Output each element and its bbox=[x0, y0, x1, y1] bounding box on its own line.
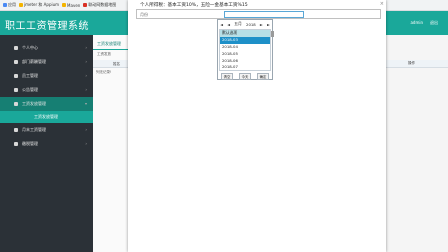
clear-button[interactable]: 清空 bbox=[220, 72, 234, 80]
picker-option[interactable]: 2018-05 bbox=[220, 51, 270, 58]
picker-option[interactable]: 默认选项 bbox=[220, 30, 270, 37]
picker-option[interactable]: 2018-03 bbox=[220, 36, 270, 44]
people-icon bbox=[14, 74, 18, 78]
month-picker: ◄ ◄ 五月 2018 ► ► 默认选项 2018-03 2018-04 201… bbox=[217, 19, 273, 80]
month-field-row: 月份 bbox=[136, 9, 381, 19]
user-icon bbox=[14, 46, 18, 50]
calendar-icon bbox=[14, 128, 18, 132]
column-header-name: 姓名 bbox=[113, 62, 120, 66]
chevron-down-icon: ▾ bbox=[84, 101, 87, 106]
picker-options-list: 默认选项 2018-03 2018-04 2018-05 2018-06 201… bbox=[219, 29, 271, 71]
sidebar-item-payroll[interactable]: 工资发放管理 ▾ bbox=[0, 97, 93, 111]
picker-option[interactable]: 2018-04 bbox=[220, 44, 270, 51]
chevron-right-icon: › bbox=[85, 59, 87, 64]
column-header-actions: 操作 bbox=[408, 61, 415, 65]
chevron-right-icon: › bbox=[85, 45, 87, 50]
header-user-area: admin 退出 bbox=[410, 20, 438, 26]
folder-icon bbox=[19, 3, 23, 7]
tax-icon bbox=[14, 142, 18, 146]
next-year-icon[interactable]: ► bbox=[267, 22, 270, 27]
chevron-right-icon: › bbox=[85, 73, 87, 78]
prev-month-icon[interactable]: ◄ bbox=[227, 22, 230, 27]
picker-option[interactable]: 2018-07 bbox=[220, 64, 270, 71]
tax-description: 个人所得税：基本工资10%，五险一金基本工资%15 bbox=[140, 3, 248, 8]
bookmark-jmeter[interactable]: jmeter 和 Appium bbox=[19, 2, 59, 8]
today-button[interactable]: 今天 bbox=[238, 72, 252, 80]
toolbar: 工资发放 bbox=[97, 52, 111, 56]
picker-footer: 清空 今天 确定 bbox=[218, 72, 272, 80]
user-name[interactable]: admin bbox=[410, 20, 423, 26]
picker-option[interactable]: 2018-06 bbox=[220, 58, 270, 65]
chevron-right-icon: › bbox=[85, 127, 87, 132]
sidebar-subitem-payroll[interactable]: 工资发放管理 bbox=[0, 111, 93, 123]
sidebar: 个人中心 › 部门薪酬管理 › 员工管理 › 公告管理 › 工资发放管理 ▾ 工… bbox=[0, 35, 93, 252]
tab-payroll[interactable]: 工资发放管理 bbox=[97, 41, 121, 47]
sidebar-item-employees[interactable]: 员工管理 › bbox=[0, 69, 93, 83]
bookmark-apps[interactable]: 应用 bbox=[3, 2, 16, 8]
chevron-right-icon: › bbox=[85, 141, 87, 146]
no-records-text: 列无记录! bbox=[96, 70, 112, 74]
next-month-icon[interactable]: ► bbox=[260, 22, 263, 27]
right-panel: 操作 bbox=[386, 35, 448, 252]
prev-year-icon[interactable]: ◄ bbox=[220, 22, 223, 27]
app-title: 职工工资管理系统 bbox=[5, 21, 89, 32]
folder-icon bbox=[14, 60, 18, 64]
logout-link[interactable]: 退出 bbox=[430, 20, 438, 26]
ok-button[interactable]: 确定 bbox=[256, 72, 270, 80]
month-label: 月份 bbox=[140, 12, 148, 17]
picker-month[interactable]: 五月 bbox=[234, 21, 242, 27]
right-table-header bbox=[386, 60, 448, 68]
picker-header: ◄ ◄ 五月 2018 ► ► bbox=[218, 20, 272, 28]
sidebar-item-monthend[interactable]: 月末工资管理 › bbox=[0, 123, 93, 137]
bookmark-map[interactable]: 联动网数据地图 bbox=[83, 2, 116, 8]
map-icon bbox=[83, 3, 88, 7]
month-input[interactable] bbox=[224, 11, 304, 18]
close-icon[interactable]: × bbox=[380, 1, 384, 7]
bell-icon bbox=[14, 88, 18, 92]
chevron-right-icon: › bbox=[85, 87, 87, 92]
sidebar-item-tax[interactable]: 缴税管理 › bbox=[0, 137, 93, 151]
sidebar-item-notices[interactable]: 公告管理 › bbox=[0, 83, 93, 97]
folder-icon bbox=[62, 3, 67, 7]
picker-scrollbar[interactable] bbox=[271, 31, 274, 37]
sidebar-item-dept-salary[interactable]: 部门薪酬管理 › bbox=[0, 55, 93, 69]
bookmark-maven[interactable]: Maven bbox=[62, 3, 80, 8]
money-icon bbox=[14, 102, 18, 106]
sidebar-item-personal[interactable]: 个人中心 › bbox=[0, 41, 93, 55]
apps-icon bbox=[3, 3, 7, 7]
picker-year[interactable]: 2018 bbox=[246, 22, 256, 27]
